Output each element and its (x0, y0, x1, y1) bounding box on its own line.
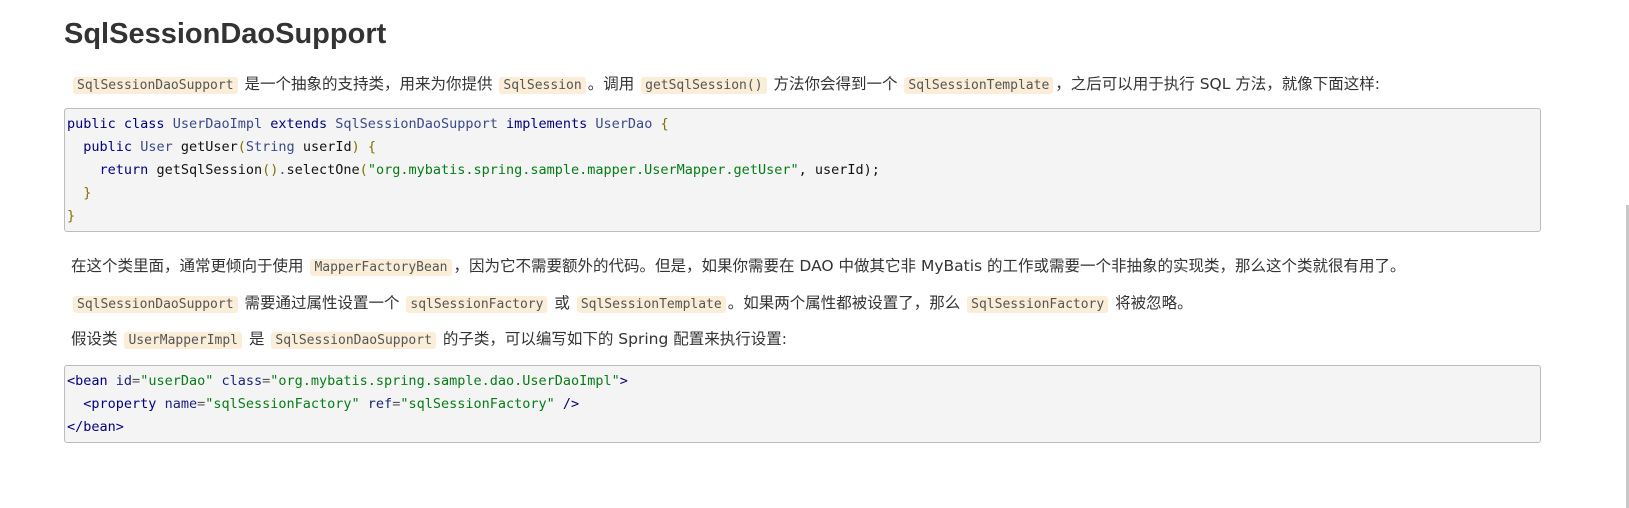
text: 是一个抽象的支持类，用来为你提供 (239, 75, 498, 93)
token: implements (506, 116, 588, 132)
token: "userDao" (140, 373, 214, 389)
inline-code: UserMapperImpl (124, 332, 243, 349)
token: /> (562, 396, 580, 412)
paragraph-properties: SqlSessionDaoSupport 需要通过属性设置一个 sqlSessi… (71, 292, 1193, 316)
token: "org.mybatis.spring.sample.mapper.UserMa… (367, 162, 799, 178)
inline-code: SqlSessionDaoSupport (73, 77, 238, 94)
code-block-java: public class UserDaoImpl extends SqlSess… (64, 108, 1541, 232)
page-scrollbar[interactable] (1623, 0, 1629, 508)
code-line: } (67, 208, 75, 224)
code-line: } (67, 185, 91, 201)
text: 或 (549, 294, 575, 312)
token: } (83, 185, 92, 201)
code-line: public class UserDaoImpl extends SqlSess… (67, 116, 669, 132)
inline-code: SqlSessionDaoSupport (271, 332, 436, 349)
token: <bean (67, 373, 108, 389)
token: class (123, 116, 165, 132)
paragraph-spring-config: 假设类 UserMapperImpl 是 SqlSessionDaoSuppor… (71, 328, 787, 352)
token: () (262, 162, 279, 178)
code-line: public User getUser(String userId) { (67, 139, 376, 155)
text: 。如果两个属性都被设置了，那么 (727, 294, 966, 312)
text: 方法你会得到一个 (768, 75, 903, 93)
token: } (67, 208, 76, 224)
code-line: <bean id="userDao" class="org.mybatis.sp… (67, 373, 628, 389)
text: ，因为它不需要额外的代码。但是，如果你需要在 DAO 中做其它非 MyBatis… (453, 257, 1406, 275)
token: , userId); (798, 162, 880, 178)
token: userId (302, 139, 352, 155)
inline-code: SqlSession (499, 77, 586, 94)
token: User (140, 139, 173, 155)
text: 在这个类里面，通常更倾向于使用 (71, 257, 309, 275)
token: = (132, 373, 141, 389)
token: <property (83, 396, 157, 412)
inline-code: SqlSessionFactory (967, 296, 1109, 313)
token: { (367, 139, 377, 155)
token: ref (367, 396, 393, 412)
token: "sqlSessionFactory" (205, 396, 360, 412)
text: 是 (244, 330, 270, 348)
token: ( (237, 139, 246, 155)
text: 假设类 (71, 330, 123, 348)
token: name (164, 396, 198, 412)
text: 。调用 (587, 75, 640, 93)
token: </bean> (67, 419, 124, 435)
token: class (221, 373, 263, 389)
inline-code: SqlSessionTemplate (904, 77, 1054, 94)
code-line: </bean> (67, 419, 124, 435)
inline-code: getSqlSession() (641, 77, 767, 94)
token: . (278, 162, 287, 178)
token: String (245, 139, 295, 155)
token: ) (351, 139, 360, 155)
token: getSqlSession (156, 162, 263, 178)
code-block-xml: <bean id="userDao" class="org.mybatis.sp… (64, 365, 1541, 443)
inline-code: sqlSessionFactory (406, 296, 548, 313)
token: public (83, 139, 133, 155)
token: UserDaoImpl (172, 116, 263, 132)
token: return (99, 162, 149, 178)
text: ，之后可以用于执行 SQL 方法，就像下面这样: (1055, 75, 1381, 93)
token: public (67, 116, 116, 132)
code-line: return getSqlSession().selectOne("org.my… (67, 162, 880, 178)
token: = (197, 396, 206, 412)
token: UserDao (595, 116, 653, 132)
token: selectOne (286, 162, 360, 178)
section-heading: SqlSessionDaoSupport (64, 18, 387, 50)
token: getUser (180, 139, 238, 155)
paragraph-intro: SqlSessionDaoSupport 是一个抽象的支持类，用来为你提供 Sq… (71, 73, 1380, 97)
token: > (619, 373, 628, 389)
text: 的子类，可以编写如下的 Spring 配置来执行设置: (437, 330, 787, 348)
token: "org.mybatis.spring.sample.dao.UserDaoIm… (270, 373, 620, 389)
token: SqlSessionDaoSupport (335, 116, 498, 132)
paragraph-mapper-factory: 在这个类里面，通常更倾向于使用 MapperFactoryBean ，因为它不需要… (71, 255, 1406, 279)
token: "sqlSessionFactory" (400, 396, 555, 412)
code-line: <property name="sqlSessionFactory" ref="… (67, 396, 579, 412)
token: ( (359, 162, 368, 178)
inline-code: SqlSessionDaoSupport (73, 296, 238, 313)
text: 将被忽略。 (1110, 294, 1193, 312)
inline-code: SqlSessionTemplate (576, 296, 726, 313)
text: 需要通过属性设置一个 (239, 294, 405, 312)
token: { (660, 116, 669, 132)
token: extends (270, 116, 328, 132)
inline-code: MapperFactoryBean (310, 259, 452, 276)
token: id (115, 373, 133, 389)
